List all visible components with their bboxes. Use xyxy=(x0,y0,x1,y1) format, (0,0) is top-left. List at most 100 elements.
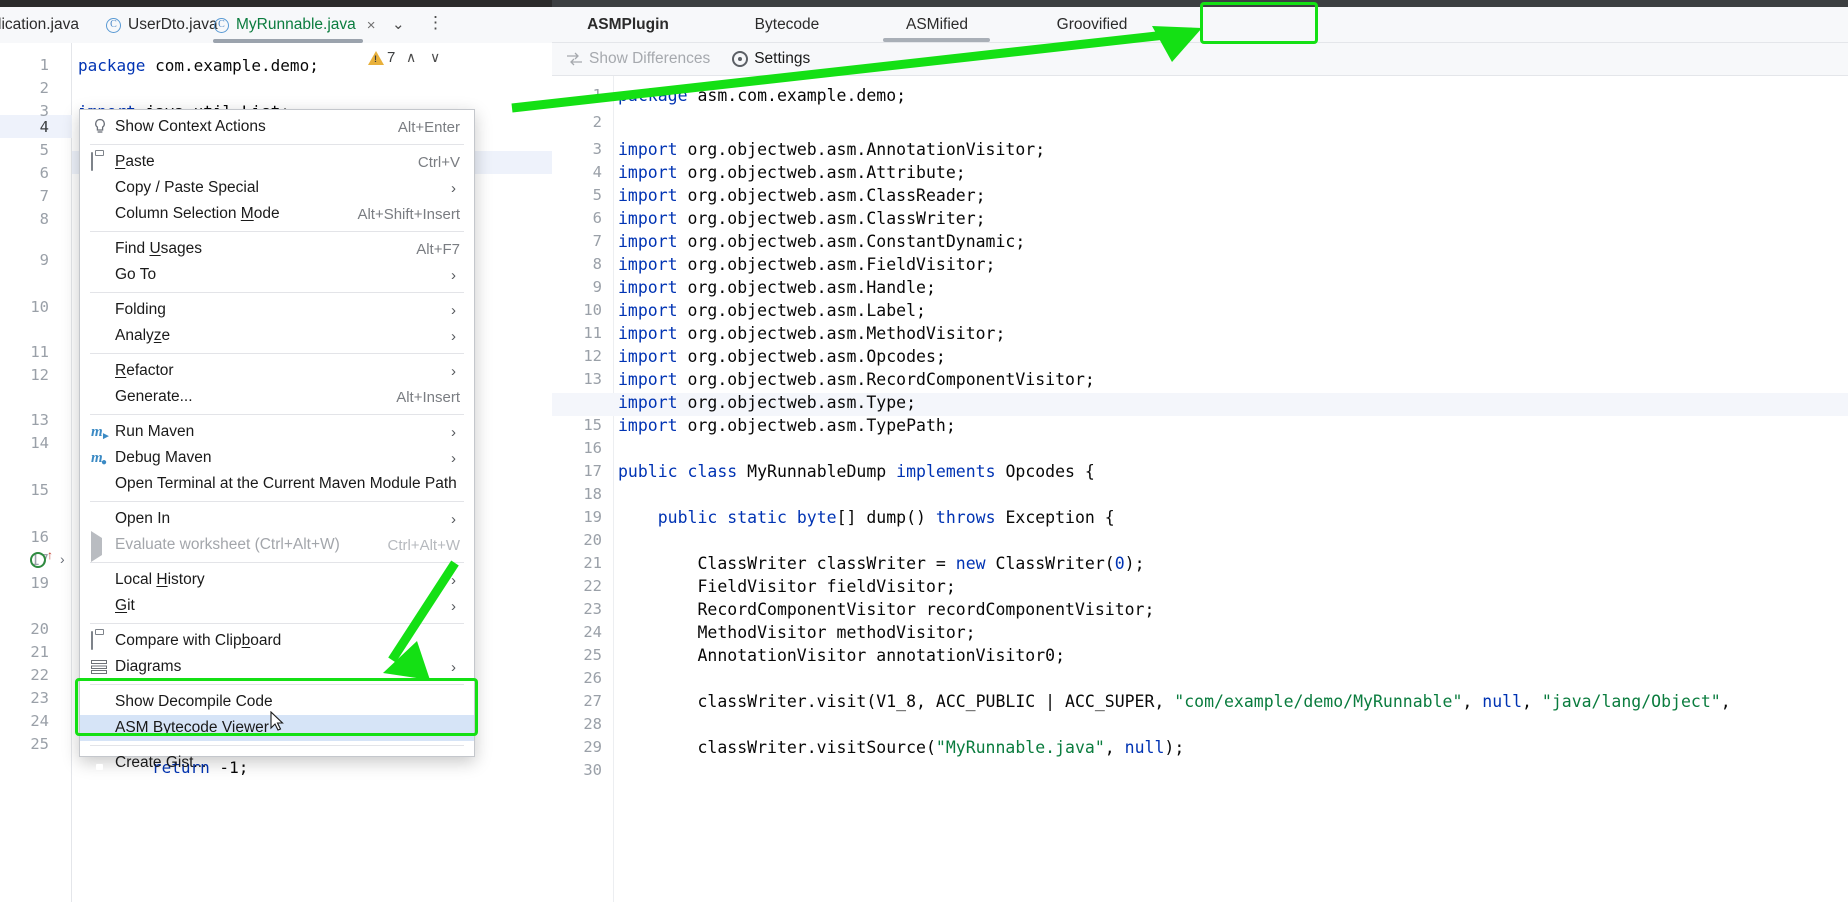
gutter-line-number: 21 xyxy=(30,643,49,661)
gutter-line-number: 11 xyxy=(583,324,602,342)
tab-label: Bytecode xyxy=(755,16,820,34)
menu-item-open-in[interactable]: Open In › xyxy=(80,506,474,532)
gutter-line-number: 20 xyxy=(30,620,49,638)
gutter-line-number: 19 xyxy=(30,574,49,592)
code-line: package asm.com.example.demo; xyxy=(618,86,906,105)
editor-tab-label: lication.java xyxy=(0,16,79,34)
menu-item-copy-paste-special[interactable]: Copy / Paste Special › xyxy=(80,175,474,201)
inspection-warning-badge[interactable]: 7 xyxy=(368,49,395,66)
submenu-arrow-icon: › xyxy=(451,572,456,589)
menu-item-compare-with-clipboard[interactable]: Compare with Clipboard xyxy=(80,628,474,654)
menu-item-paste[interactable]: Paste Ctrl+V xyxy=(80,149,474,175)
settings-button[interactable]: Settings xyxy=(732,50,810,68)
code-line: import org.objectweb.asm.Label; xyxy=(618,301,926,320)
asm-code-view[interactable]: package asm.com.example.demo; import org… xyxy=(614,76,1848,902)
gutter-line-number: 22 xyxy=(583,577,602,595)
gutter-line-number: 8 xyxy=(593,255,602,273)
menu-item-folding[interactable]: Folding › xyxy=(80,297,474,323)
submenu-arrow-icon: › xyxy=(451,302,456,319)
submenu-arrow-icon: › xyxy=(451,659,456,676)
gutter-line-number: 15 xyxy=(583,416,602,434)
menu-item-label: Diagrams xyxy=(115,658,181,676)
code-line: import org.objectweb.asm.MethodVisitor; xyxy=(618,324,1005,343)
menu-item-evaluate-worksheet: Evaluate worksheet (Ctrl+Alt+W) Ctrl+Alt… xyxy=(80,532,474,558)
editor-tab-myrunnable[interactable]: C MyRunnable.java × xyxy=(208,7,382,43)
gutter-line-number: 16 xyxy=(583,439,602,457)
editor-tab-application[interactable]: lication.java xyxy=(0,7,85,43)
menu-item-label: Show Decompile Code xyxy=(115,693,273,711)
settings-label: Settings xyxy=(754,50,810,68)
menu-item-label: Go To xyxy=(115,266,156,284)
compare-clipboard-icon xyxy=(91,632,109,650)
code-line: MethodVisitor methodVisitor; xyxy=(618,623,976,642)
menu-item-analyze[interactable]: Analyze › xyxy=(80,323,474,349)
asm-gutter: 1 2 3 4 5 6 7 8 9 10 11 12 13 14 15 16 1… xyxy=(552,76,614,902)
gutter-line-number: 5 xyxy=(40,141,49,159)
menu-item-diagrams[interactable]: Diagrams › xyxy=(80,654,474,680)
lightbulb-icon xyxy=(92,118,108,136)
editor-context-menu[interactable]: Show Context Actions Alt+Enter Paste Ctr… xyxy=(79,109,475,757)
menu-item-local-history[interactable]: Local History › xyxy=(80,567,474,593)
submenu-arrow-icon: › xyxy=(451,511,456,528)
submenu-arrow-icon: › xyxy=(451,363,456,380)
gutter-line-number: 1 xyxy=(593,86,602,104)
submenu-arrow-icon: › xyxy=(451,424,456,441)
gutter-line-number: 6 xyxy=(593,209,602,227)
code-line: import org.objectweb.asm.RecordComponent… xyxy=(618,370,1095,389)
more-options-icon[interactable]: ⋮ xyxy=(427,13,444,33)
gutter-line-number: 11 xyxy=(30,343,49,361)
tab-asmplugin[interactable]: ASMPlugin xyxy=(548,7,708,43)
code-line: import org.objectweb.asm.ClassReader; xyxy=(618,186,986,205)
menu-separator xyxy=(90,684,464,685)
gutter-line-number: 22 xyxy=(30,666,49,684)
override-arrow-icon: ↑ xyxy=(47,548,53,562)
menu-item-label: Open Terminal at the Current Maven Modul… xyxy=(115,475,457,493)
diagrams-icon xyxy=(91,660,109,678)
prev-problem-icon[interactable]: ∧ xyxy=(406,49,416,66)
code-line: ClassWriter classWriter = new ClassWrite… xyxy=(618,554,1145,573)
code-line: import org.objectweb.asm.Attribute; xyxy=(618,163,966,182)
gutter-line-number: 16 xyxy=(30,528,49,546)
fold-chevron-icon[interactable]: › xyxy=(60,551,65,567)
menu-item-git[interactable]: Git › xyxy=(80,593,474,619)
tab-groovified[interactable]: Groovified xyxy=(1012,7,1172,43)
code-line: classWriter.visitSource("MyRunnable.java… xyxy=(618,738,1184,757)
menu-separator xyxy=(90,414,464,415)
next-problem-icon[interactable]: ∨ xyxy=(430,49,440,66)
close-icon[interactable]: × xyxy=(367,17,376,34)
menu-item-column-selection-mode[interactable]: Column Selection Mode Alt+Shift+Insert xyxy=(80,201,474,227)
gear-icon xyxy=(732,51,748,67)
code-line: classWriter.visit(V1_8, ACC_PUBLIC | ACC… xyxy=(618,692,1731,711)
play-icon xyxy=(91,538,109,556)
menu-item-create-gist[interactable]: Create Gist... xyxy=(80,750,474,776)
editor-tabbar: lication.java C UserDto.java C MyRunnabl… xyxy=(0,7,552,43)
chevron-down-icon[interactable]: ⌄ xyxy=(392,15,405,33)
asm-plugin-panel: ASMPlugin Bytecode ASMified Groovified S… xyxy=(552,7,1848,902)
editor-tab-userdto[interactable]: C UserDto.java xyxy=(100,7,224,43)
menu-item-accelerator: Alt+Enter xyxy=(398,119,460,136)
tab-bytecode[interactable]: Bytecode xyxy=(712,7,862,43)
menu-separator xyxy=(90,353,464,354)
gutter-line-number: 29 xyxy=(583,738,602,756)
menu-item-generate[interactable]: Generate... Alt+Insert xyxy=(80,384,474,410)
submenu-arrow-icon: › xyxy=(451,598,456,615)
editor-gutter[interactable]: 1 2 3 4 5 6 7 8 9 10 11 12 13 14 15 16 1… xyxy=(0,43,72,902)
tab-label: ASMPlugin xyxy=(587,16,669,34)
menu-item-find-usages[interactable]: Find Usages Alt+F7 xyxy=(80,236,474,262)
show-differences-button[interactable]: Show Differences xyxy=(566,50,710,68)
menu-item-label: Open In xyxy=(115,510,170,528)
code-line: import org.objectweb.asm.Opcodes; xyxy=(618,347,946,366)
github-icon xyxy=(91,755,109,773)
menu-item-run-maven[interactable]: m► Run Maven › xyxy=(80,419,474,445)
menu-item-show-context-actions[interactable]: Show Context Actions Alt+Enter xyxy=(80,114,474,140)
asm-toolbar: Show Differences Settings xyxy=(552,43,1848,76)
menu-item-debug-maven[interactable]: m● Debug Maven › xyxy=(80,445,474,471)
menu-item-refactor[interactable]: Refactor › xyxy=(80,358,474,384)
menu-item-open-terminal-maven-module[interactable]: Open Terminal at the Current Maven Modul… xyxy=(80,471,474,497)
gutter-line-number: 24 xyxy=(30,712,49,730)
code-line: FieldVisitor fieldVisitor; xyxy=(618,577,956,596)
gutter-line-number: 25 xyxy=(583,646,602,664)
warning-count: 7 xyxy=(387,49,395,66)
menu-item-go-to[interactable]: Go To › xyxy=(80,262,474,288)
run-gutter-icon[interactable] xyxy=(30,552,46,568)
